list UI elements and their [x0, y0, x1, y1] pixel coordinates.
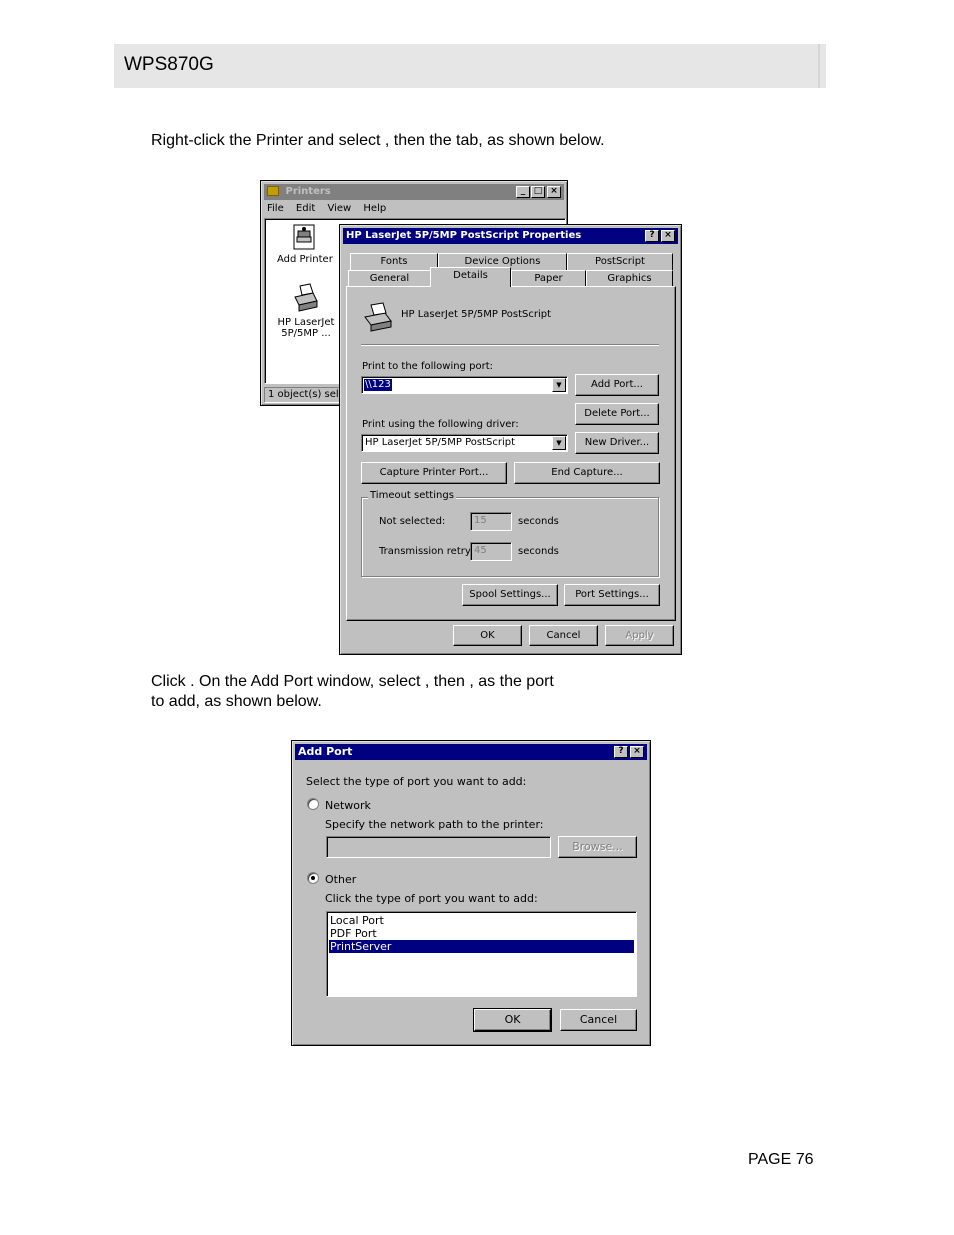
tab-general[interactable]: General [348, 270, 431, 287]
port-value: \\123 [364, 379, 392, 391]
port-type-list[interactable]: Local Port PDF Port PrintServer [326, 911, 637, 997]
printers-menubar: File Edit View Help [267, 203, 386, 217]
port-settings-button[interactable]: Port Settings... [564, 584, 660, 606]
add-port-dialog: Add Port ? × Select the type of port you… [291, 740, 651, 1046]
cancel-button[interactable]: Cancel [560, 1009, 637, 1031]
not-selected-label: Not selected: [379, 516, 446, 527]
close-icon[interactable]: × [630, 746, 644, 758]
cancel-button[interactable]: Cancel [529, 625, 598, 646]
separator [361, 344, 659, 346]
delete-port-button[interactable]: Delete Port... [575, 403, 659, 425]
browse-button[interactable]: Browse... [558, 836, 637, 858]
transmission-retry-value: 45 [474, 545, 487, 556]
printer-icon [361, 301, 393, 333]
apply-button[interactable]: Apply [605, 625, 674, 646]
tab-postscript[interactable]: PostScript [567, 253, 673, 270]
end-capture-button[interactable]: End Capture... [514, 462, 660, 484]
properties-dialog: HP LaserJet 5P/5MP PostScript Properties… [339, 224, 682, 655]
not-selected-value: 15 [474, 515, 487, 526]
other-radio[interactable] [307, 872, 319, 884]
maximize-icon[interactable]: □ [531, 186, 545, 198]
menu-file[interactable]: File [267, 203, 284, 214]
properties-titlebar: HP LaserJet 5P/5MP PostScript Properties… [343, 228, 678, 244]
page-number: PAGE 76 [748, 1151, 814, 1168]
driver-select[interactable]: HP LaserJet 5P/5MP PostScript ▼ [361, 434, 568, 452]
tab-details[interactable]: Details [430, 267, 511, 287]
document-header: WPS870G [114, 44, 826, 88]
other-label: Other [325, 873, 357, 886]
menu-view[interactable]: View [327, 203, 351, 214]
seconds-label: seconds [518, 516, 559, 527]
transmission-retry-label: Transmission retry: [379, 546, 474, 557]
transmission-retry-input: 45 [470, 542, 512, 561]
port-label: Print to the following port: [362, 361, 493, 372]
radio-dot [311, 876, 315, 880]
chevron-down-icon[interactable]: ▼ [552, 378, 566, 392]
port-type-prompt: Select the type of port you want to add: [306, 775, 527, 788]
menu-help[interactable]: Help [363, 203, 386, 214]
not-selected-input: 15 [470, 512, 512, 531]
timeout-settings-title: Timeout settings [368, 490, 456, 501]
ok-button[interactable]: OK [453, 625, 522, 646]
document-title: WPS870G [124, 54, 214, 75]
add-port-title: Add Port [298, 745, 353, 758]
status-text: 1 object(s) selec [268, 389, 351, 400]
menu-edit[interactable]: Edit [296, 203, 315, 214]
folder-icon [267, 186, 279, 196]
add-printer-label: Add Printer [277, 254, 333, 265]
help-icon[interactable]: ? [614, 746, 628, 758]
other-prompt: Click the type of port you want to add: [325, 892, 538, 905]
instruction-paragraph-2-cont: to add, as shown below. [151, 693, 322, 710]
tab-fonts[interactable]: Fonts [350, 253, 438, 270]
list-item-selected[interactable]: PrintServer [329, 940, 634, 953]
printers-titlebar: Printers _ □ × [264, 184, 564, 200]
instruction-paragraph-2: Click . On the Add Port window, select ,… [151, 673, 554, 690]
network-label: Network [325, 799, 371, 812]
seconds-label: seconds [518, 546, 559, 557]
port-select[interactable]: \\123 ▼ [361, 376, 568, 394]
new-driver-button[interactable]: New Driver... [575, 432, 659, 454]
help-icon[interactable]: ? [645, 230, 659, 242]
printer-label: HP LaserJet 5P/5MP ... [277, 317, 335, 339]
network-path-label: Specify the network path to the printer: [325, 818, 544, 831]
capture-printer-port-button[interactable]: Capture Printer Port... [361, 462, 507, 484]
network-radio[interactable] [307, 798, 319, 810]
tab-graphics[interactable]: Graphics [586, 270, 673, 287]
tab-paper[interactable]: Paper [511, 270, 586, 287]
driver-label: Print using the following driver: [362, 419, 519, 430]
details-panel: HP LaserJet 5P/5MP PostScript Print to t… [346, 286, 676, 621]
minimize-icon[interactable]: _ [516, 186, 530, 198]
network-path-input [326, 836, 551, 858]
printer-icon[interactable] [291, 283, 319, 313]
printers-title: Printers [285, 186, 331, 197]
list-item[interactable]: Local Port [329, 914, 634, 927]
header-divider [818, 44, 820, 88]
spool-settings-button[interactable]: Spool Settings... [462, 584, 558, 606]
close-icon[interactable]: × [547, 186, 561, 198]
ok-button[interactable]: OK [473, 1008, 552, 1032]
printer-name: HP LaserJet 5P/5MP PostScript [401, 309, 551, 320]
chevron-down-icon[interactable]: ▼ [552, 436, 566, 450]
add-printer-icon[interactable] [291, 223, 317, 251]
timeout-settings-group: Timeout settings Not selected: 15 second… [361, 490, 659, 577]
properties-title: HP LaserJet 5P/5MP PostScript Properties [346, 230, 582, 241]
instruction-paragraph-1: Right-click the Printer and select , the… [151, 132, 605, 149]
add-port-button[interactable]: Add Port... [575, 374, 659, 396]
add-port-titlebar: Add Port ? × [295, 744, 647, 760]
list-item[interactable]: PDF Port [329, 927, 634, 940]
close-icon[interactable]: × [661, 230, 675, 242]
driver-value: HP LaserJet 5P/5MP PostScript [365, 437, 515, 448]
